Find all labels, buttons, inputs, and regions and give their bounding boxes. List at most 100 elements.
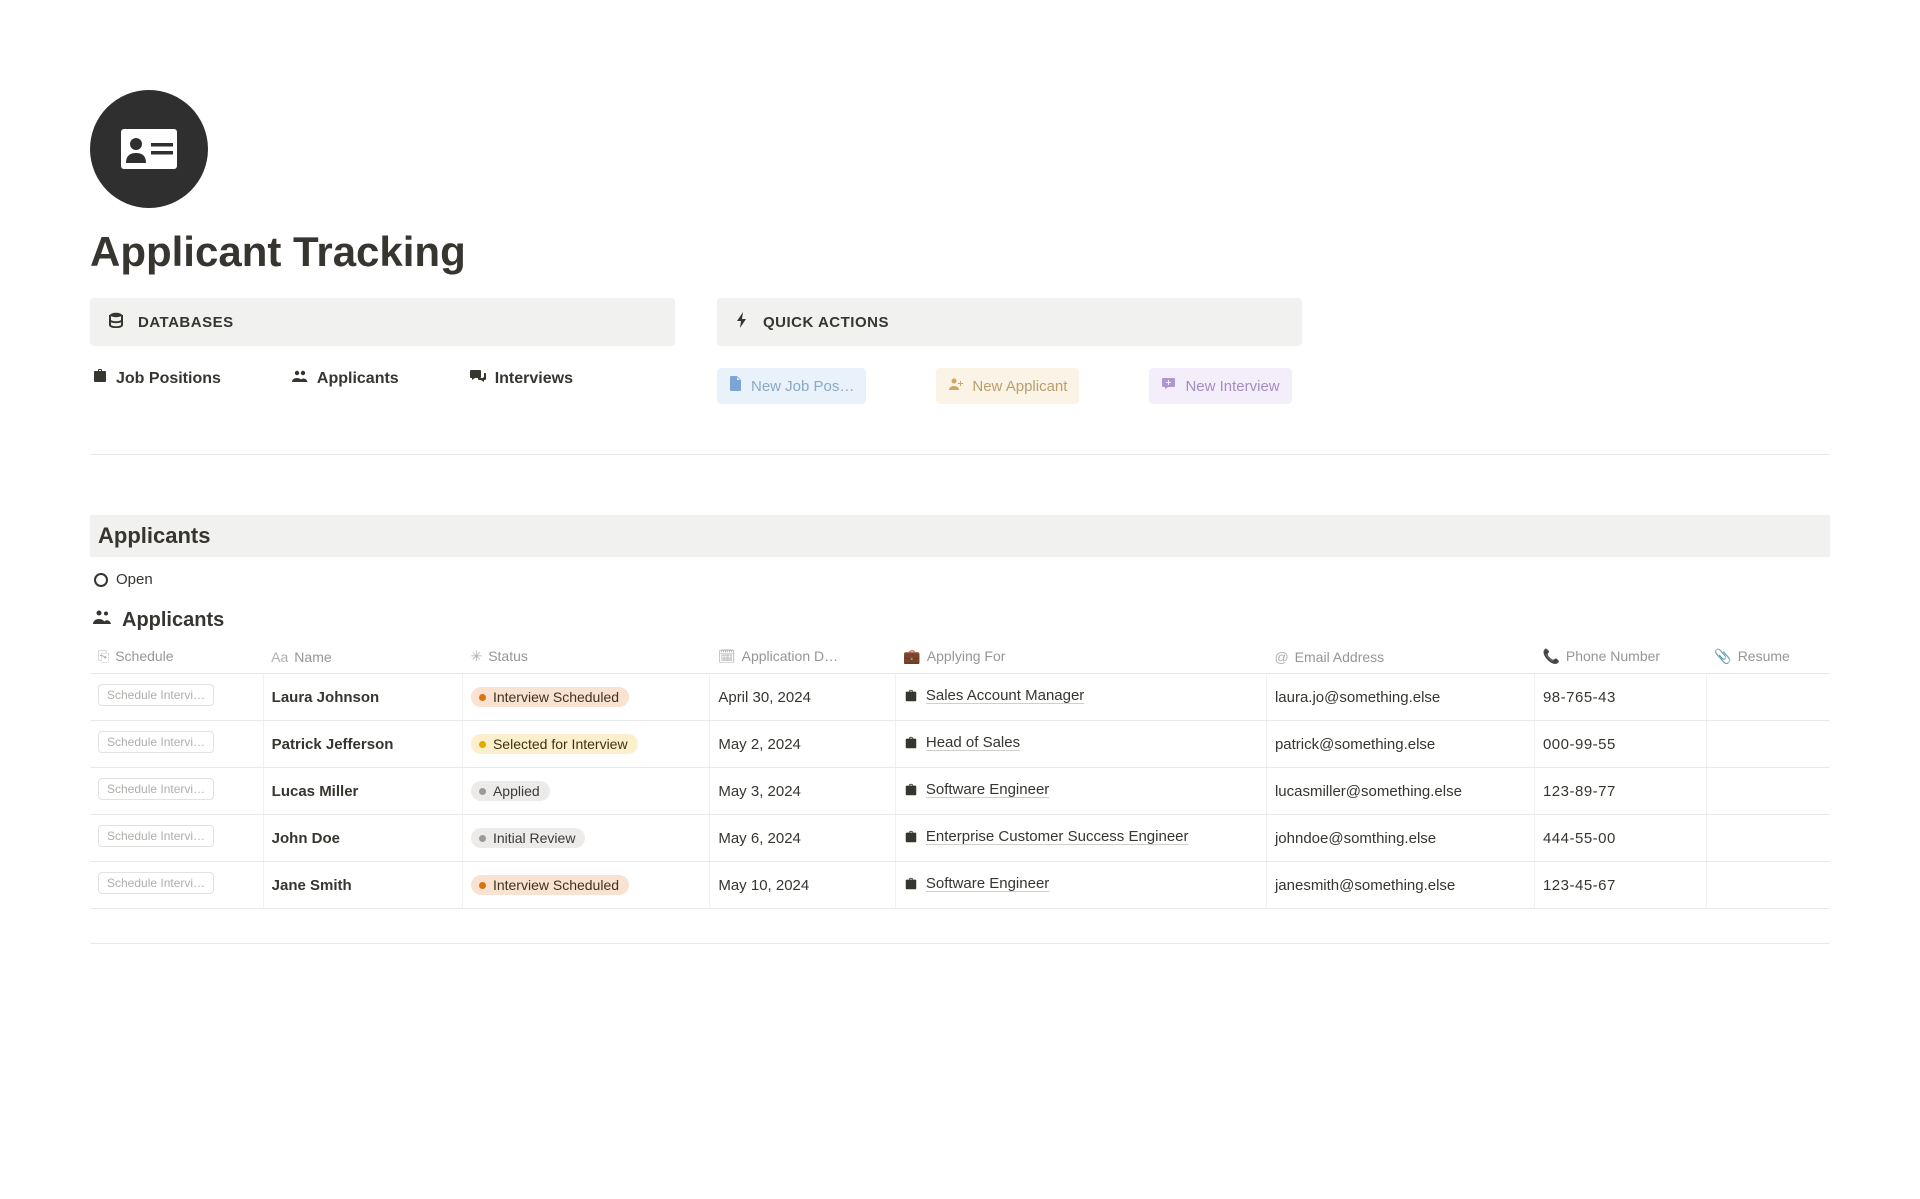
schedule-interview-button[interactable]: Schedule Intervi… — [98, 684, 214, 706]
schedule-interview-button[interactable]: Schedule Intervi… — [98, 872, 214, 894]
table-title: Applicants — [90, 608, 1830, 632]
button-icon: ⎘ — [98, 648, 109, 664]
applicants-header-title: Applicants — [98, 523, 1822, 549]
cell-status: Interview Scheduled — [462, 674, 709, 721]
col-applying-for[interactable]: 💼Applying For — [895, 640, 1266, 674]
briefcase-icon: 💼 — [903, 648, 920, 664]
table-row[interactable]: Schedule Intervi… Laura JohnsonInterview … — [90, 674, 1830, 721]
table-row[interactable]: Schedule Intervi… Jane SmithInterview Sch… — [90, 862, 1830, 909]
paperclip-icon: 📎 — [1714, 648, 1731, 664]
cell-phone: 123-89-77 — [1534, 768, 1706, 815]
applying-for-link[interactable]: Head of Sales — [926, 734, 1020, 751]
file-plus-icon — [729, 376, 743, 396]
applying-for-link[interactable]: Software Engineer — [926, 781, 1049, 798]
briefcase-icon — [904, 877, 918, 895]
applicants-table: ⎘Schedule AaName ✳Status 🗓Application D…… — [90, 640, 1830, 909]
status-open-icon — [94, 573, 108, 587]
cell-name: Patrick Jefferson — [263, 721, 462, 768]
briefcase-icon — [92, 368, 108, 389]
at-icon: @ — [1274, 649, 1288, 665]
col-phone[interactable]: 📞Phone Number — [1534, 640, 1706, 674]
cell-resume — [1706, 721, 1830, 768]
applying-for-link[interactable]: Sales Account Manager — [926, 687, 1084, 704]
status-badge: Initial Review — [471, 828, 585, 848]
qa-label: New Applicant — [972, 378, 1067, 395]
databases-label: DATABASES — [138, 314, 234, 331]
briefcase-icon — [904, 830, 918, 848]
col-resume[interactable]: 📎Resume — [1706, 640, 1830, 674]
new-applicant-button[interactable]: New Applicant — [936, 368, 1079, 404]
loading-icon: ✳ — [470, 648, 482, 664]
people-icon — [92, 608, 112, 632]
briefcase-icon — [904, 736, 918, 754]
qa-label: New Job Pos… — [751, 378, 854, 395]
cell-status: Applied — [462, 768, 709, 815]
status-dot-icon — [479, 835, 486, 842]
status-badge: Applied — [471, 781, 550, 801]
phone-icon: 📞 — [1542, 648, 1559, 664]
cell-email: janesmith@something.else — [1266, 862, 1534, 909]
cell-date: May 10, 2024 — [710, 862, 896, 909]
briefcase-icon — [904, 689, 918, 707]
table-header-row: ⎘Schedule AaName ✳Status 🗓Application D…… — [90, 640, 1830, 674]
applying-for-link[interactable]: Software Engineer — [926, 875, 1049, 892]
database-icon — [108, 312, 124, 332]
cell-status: Initial Review — [462, 815, 709, 862]
id-card-icon — [121, 129, 177, 169]
cell-date: May 6, 2024 — [710, 815, 896, 862]
applying-for-link[interactable]: Enterprise Customer Success Engineer — [926, 828, 1189, 845]
cell-email: johndoe@somthing.else — [1266, 815, 1534, 862]
schedule-interview-button[interactable]: Schedule Intervi… — [98, 731, 214, 753]
col-status[interactable]: ✳Status — [462, 640, 709, 674]
people-icon — [291, 368, 309, 389]
divider — [90, 454, 1830, 455]
quick-actions-label: QUICK ACTIONS — [763, 314, 889, 331]
cell-status: Selected for Interview — [462, 721, 709, 768]
applicants-section-header: Applicants — [90, 515, 1830, 557]
qa-label: New Interview — [1185, 378, 1279, 395]
cell-status: Interview Scheduled — [462, 862, 709, 909]
col-name[interactable]: AaName — [263, 640, 462, 674]
cell-applying-for: Software Engineer — [895, 862, 1266, 909]
status-dot-icon — [479, 741, 486, 748]
text-icon: Aa — [271, 649, 288, 665]
bolt-icon — [735, 312, 749, 332]
view-tab-label: Open — [116, 571, 153, 588]
cell-resume — [1706, 862, 1830, 909]
databases-header: DATABASES — [90, 298, 675, 346]
cell-phone: 000-99-55 — [1534, 721, 1706, 768]
status-dot-icon — [479, 694, 486, 701]
col-application-date[interactable]: 🗓Application D… — [710, 640, 896, 674]
new-interview-button[interactable]: New Interview — [1149, 368, 1291, 404]
col-schedule[interactable]: ⎘Schedule — [90, 640, 263, 674]
table-title-text: Applicants — [122, 609, 224, 632]
db-link-job-positions[interactable]: Job Positions — [92, 368, 221, 389]
db-link-applicants[interactable]: Applicants — [291, 368, 399, 389]
cell-resume — [1706, 674, 1830, 721]
cell-name: Jane Smith — [263, 862, 462, 909]
cell-resume — [1706, 815, 1830, 862]
table-row[interactable]: Schedule Intervi… Patrick JeffersonSelect… — [90, 721, 1830, 768]
cell-phone: 98-765-43 — [1534, 674, 1706, 721]
cell-name: Lucas Miller — [263, 768, 462, 815]
person-plus-icon — [948, 376, 964, 396]
table-row[interactable]: Schedule Intervi…John DoeInitial ReviewM… — [90, 815, 1830, 862]
cell-applying-for: Head of Sales — [895, 721, 1266, 768]
col-email[interactable]: @Email Address — [1266, 640, 1534, 674]
schedule-interview-button[interactable]: Schedule Intervi… — [98, 825, 214, 847]
db-link-interviews[interactable]: Interviews — [469, 368, 573, 389]
cell-phone: 123-45-67 — [1534, 862, 1706, 909]
status-dot-icon — [479, 788, 486, 795]
page-icon — [90, 90, 208, 208]
new-job-position-button[interactable]: New Job Pos… — [717, 368, 866, 404]
cell-applying-for: Software Engineer — [895, 768, 1266, 815]
status-dot-icon — [479, 882, 486, 889]
view-tab-open[interactable]: Open — [94, 571, 153, 588]
table-row[interactable]: Schedule Intervi…Lucas MillerAppliedMay … — [90, 768, 1830, 815]
cell-resume — [1706, 768, 1830, 815]
db-link-label: Applicants — [317, 370, 399, 388]
schedule-interview-button[interactable]: Schedule Intervi… — [98, 778, 214, 800]
cell-name: Laura Johnson — [263, 674, 462, 721]
page-title: Applicant Tracking — [90, 228, 1830, 276]
cell-applying-for: Enterprise Customer Success Engineer — [895, 815, 1266, 862]
